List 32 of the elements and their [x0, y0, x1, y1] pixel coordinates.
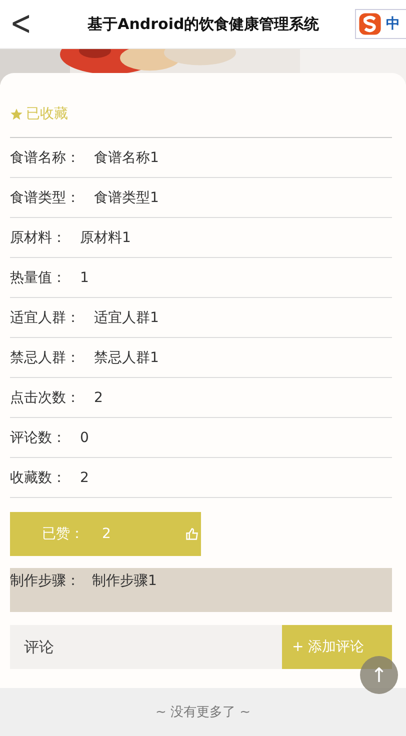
field-value: 适宜人群1 — [94, 308, 159, 326]
field-value: 食谱名称1 — [94, 148, 159, 166]
steps-label: 制作步骤： — [10, 572, 80, 590]
field-value: 2 — [80, 470, 89, 486]
steps-value: 制作步骤1 — [92, 572, 157, 590]
like-button[interactable]: 已赞： 2 — [10, 512, 201, 556]
field-value: 禁忌人群1 — [94, 348, 159, 366]
field-label: 点击次数： — [10, 388, 80, 406]
field-label: 食谱名称： — [10, 148, 80, 166]
field-value: 2 — [94, 390, 103, 406]
favorite-button[interactable]: 已收藏 — [10, 105, 68, 123]
field-value: 0 — [80, 430, 89, 446]
input-method-badge[interactable]: 中 — [355, 9, 406, 39]
back-button[interactable]: < — [0, 4, 42, 44]
add-comment-button[interactable]: + 添加评论 — [282, 625, 392, 669]
field-label: 收藏数： — [10, 468, 66, 486]
logo-icon — [358, 12, 382, 36]
field-label: 禁忌人群： — [10, 348, 80, 366]
field-value: 原材料1 — [80, 228, 131, 246]
field-label: 食谱类型： — [10, 188, 80, 206]
star-icon — [10, 108, 23, 120]
thumbs-up-icon — [185, 527, 199, 541]
field-value: 1 — [80, 270, 89, 286]
field-label: 原材料： — [10, 228, 66, 246]
field-value: 食谱类型1 — [94, 188, 159, 206]
comment-field[interactable]: 评论 — [10, 625, 282, 669]
input-mode-label: 中 — [386, 15, 400, 33]
field-label: 评论数： — [10, 428, 66, 446]
field-label: 适宜人群： — [10, 308, 80, 326]
field-label: 热量值： — [10, 268, 66, 286]
page-title: 基于Android的饮食健康管理系统 — [86, 14, 320, 34]
end-of-list-text: ~ 没有更多了 ~ — [155, 704, 251, 721]
